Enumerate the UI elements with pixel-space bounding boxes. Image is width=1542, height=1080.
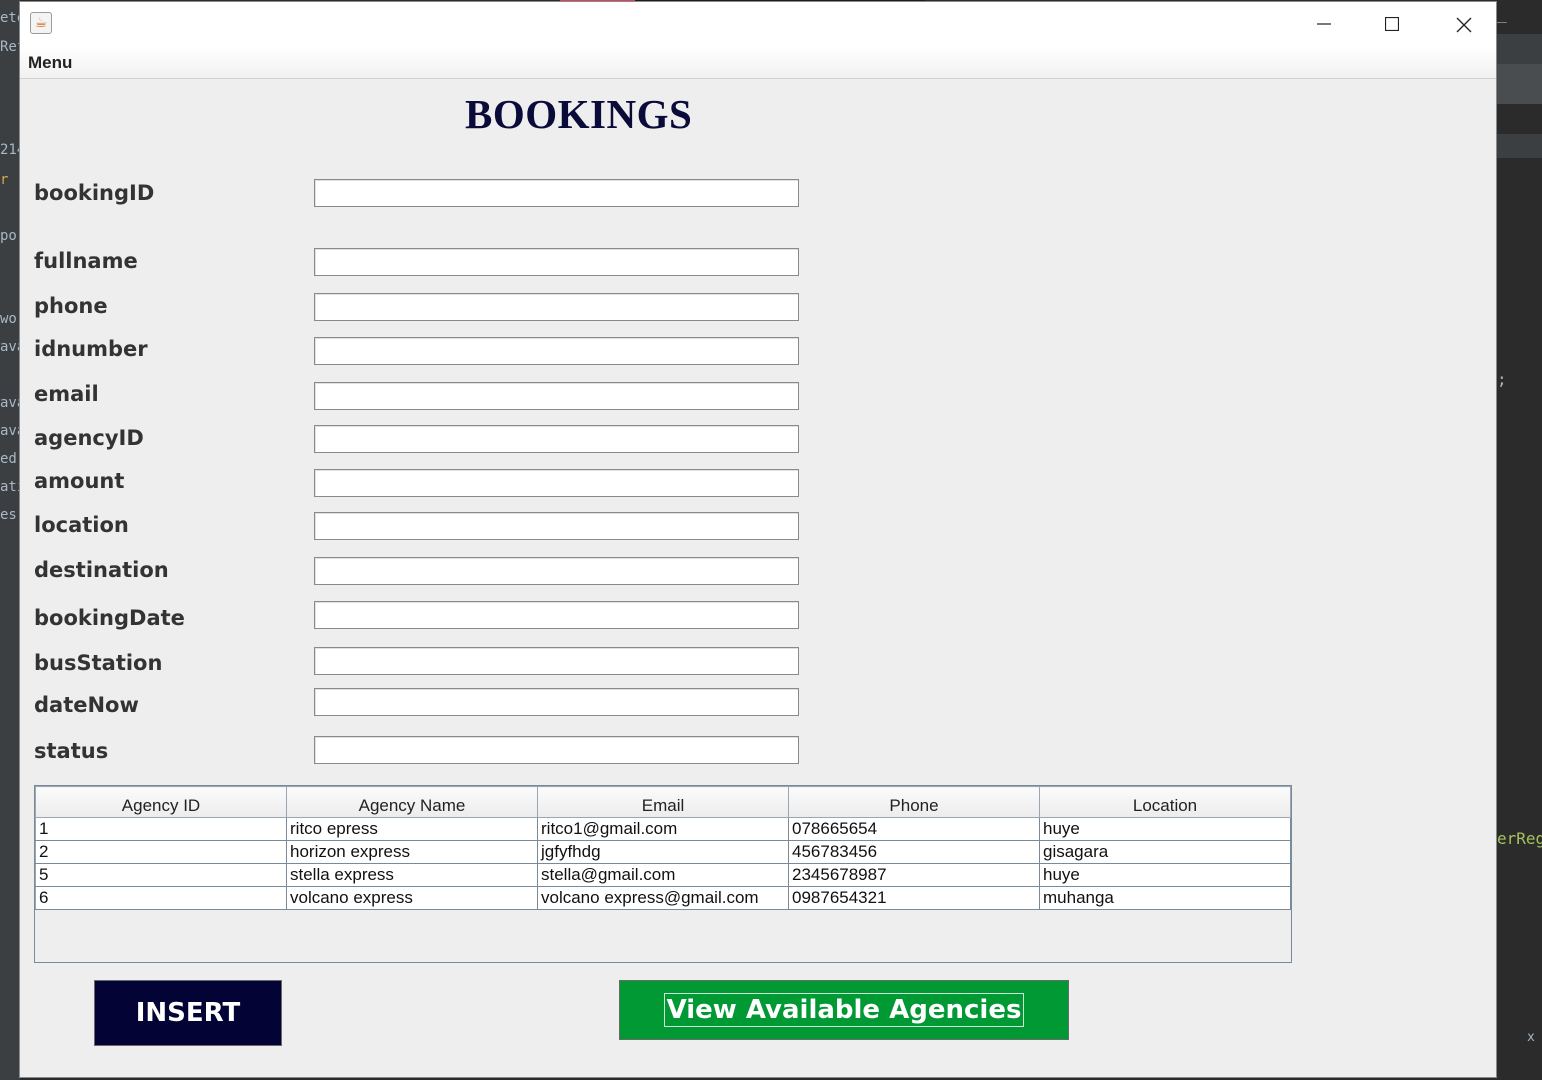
background-text-fragment: r [j: [0, 172, 20, 188]
phone-input[interactable]: [314, 293, 799, 321]
column-header-location[interactable]: Location: [1039, 786, 1291, 818]
label-amount: amount: [34, 469, 125, 493]
busstation-input[interactable]: [314, 647, 799, 675]
table-cell[interactable]: huye: [1039, 817, 1291, 841]
background-ide-right: _ ; erReg x: [1497, 0, 1542, 1080]
table-cell[interactable]: 2: [35, 840, 287, 864]
background-text-fragment: po: [0, 228, 17, 244]
label-fullname: fullname: [34, 249, 138, 273]
label-email: email: [34, 382, 99, 406]
destination-input[interactable]: [314, 557, 799, 585]
location-input[interactable]: [314, 512, 799, 540]
table-cell[interactable]: volcano express: [286, 886, 538, 910]
bookingid-input[interactable]: [314, 179, 799, 207]
minimize-button[interactable]: [1289, 2, 1359, 46]
label-location: location: [34, 513, 129, 537]
background-text-fragment: Ref: [0, 39, 20, 55]
close-button[interactable]: [1428, 2, 1498, 46]
table-cell[interactable]: 6: [35, 886, 287, 910]
background-text-fragment: atio: [0, 479, 20, 495]
agencies-table[interactable]: Agency ID Agency Name Email Phone Locati…: [34, 785, 1292, 963]
java-app-icon: ☕: [30, 12, 52, 34]
table-cell[interactable]: 5: [35, 863, 287, 887]
background-ide-left: ete Ref 214 r [j po wo ava ava ava edr a…: [0, 0, 20, 1080]
background-text-fragment: es: [0, 507, 17, 523]
background-text-fragment: ava: [0, 339, 20, 355]
label-datenow: dateNow: [34, 693, 139, 717]
background-band: [1497, 64, 1542, 104]
table-row[interactable]: 1 ritco epress ritco1@gmail.com 07866565…: [35, 817, 1291, 841]
background-band: [1497, 34, 1542, 64]
label-busstation: busStation: [34, 651, 163, 675]
label-agencyid: agencyID: [34, 426, 144, 450]
background-text-fragment: 214: [0, 142, 20, 158]
table-cell[interactable]: 456783456: [788, 840, 1040, 864]
table-cell[interactable]: 2345678987: [788, 863, 1040, 887]
background-text-fragment: ete: [0, 10, 20, 26]
maximize-icon: [1385, 17, 1399, 31]
fullname-input[interactable]: [314, 248, 799, 276]
background-text-fragment: wo: [0, 311, 17, 327]
menu-item-menu[interactable]: Menu: [28, 53, 72, 73]
label-bookingdate: bookingDate: [34, 606, 185, 630]
table-cell[interactable]: horizon express: [286, 840, 538, 864]
status-input[interactable]: [314, 736, 799, 764]
minimize-icon: [1317, 23, 1331, 25]
background-text-fragment: edr: [0, 451, 20, 467]
agencyid-input[interactable]: [314, 425, 799, 453]
bookingdate-input[interactable]: [314, 601, 799, 629]
menu-bar: Menu: [20, 46, 1496, 79]
label-destination: destination: [34, 558, 169, 582]
agencies-table-grid: Agency ID Agency Name Email Phone Locati…: [35, 786, 1291, 910]
datenow-input[interactable]: [314, 688, 799, 716]
table-cell[interactable]: stella@gmail.com: [537, 863, 789, 887]
bookings-window: ☕ Menu BOOKINGS bookingID fullname phone…: [19, 1, 1497, 1078]
table-cell[interactable]: volcano express@gmail.com: [537, 886, 789, 910]
table-cell[interactable]: jgfyfhdg: [537, 840, 789, 864]
background-text-fragment: _: [1497, 4, 1507, 23]
view-agencies-button[interactable]: View Available Agencies: [619, 980, 1069, 1040]
background-text-fragment: ;: [1497, 370, 1507, 389]
insert-button[interactable]: INSERT: [94, 980, 282, 1046]
label-idnumber: idnumber: [34, 337, 148, 361]
table-cell[interactable]: 078665654: [788, 817, 1040, 841]
page-title: BOOKINGS: [465, 91, 693, 137]
maximize-button[interactable]: [1357, 2, 1427, 46]
table-cell[interactable]: 0987654321: [788, 886, 1040, 910]
table-cell[interactable]: muhanga: [1039, 886, 1291, 910]
label-phone: phone: [34, 294, 108, 318]
table-cell[interactable]: ritco1@gmail.com: [537, 817, 789, 841]
label-status: status: [34, 739, 109, 763]
table-row[interactable]: 6 volcano express volcano express@gmail.…: [35, 886, 1291, 910]
column-header-email[interactable]: Email: [537, 786, 789, 818]
table-cell[interactable]: gisagara: [1039, 840, 1291, 864]
table-row[interactable]: 5 stella express stella@gmail.com 234567…: [35, 863, 1291, 887]
view-agencies-label: View Available Agencies: [663, 993, 1025, 1027]
email-input[interactable]: [314, 382, 799, 410]
background-text-fragment: ava: [0, 423, 20, 439]
close-icon: [1456, 17, 1472, 33]
label-bookingid: bookingID: [34, 181, 155, 205]
background-text-fragment: erReg: [1497, 829, 1542, 848]
table-cell[interactable]: 1: [35, 817, 287, 841]
column-header-agency-name[interactable]: Agency Name: [286, 786, 538, 818]
amount-input[interactable]: [314, 469, 799, 497]
table-cell[interactable]: huye: [1039, 863, 1291, 887]
table-cell[interactable]: ritco epress: [286, 817, 538, 841]
background-text-fragment: ava: [0, 395, 20, 411]
idnumber-input[interactable]: [314, 337, 799, 365]
background-band: [1497, 134, 1542, 158]
column-header-phone[interactable]: Phone: [788, 786, 1040, 818]
table-row[interactable]: 2 horizon express jgfyfhdg 456783456 gis…: [35, 840, 1291, 864]
table-header-row: Agency ID Agency Name Email Phone Locati…: [35, 786, 1291, 818]
title-bar[interactable]: ☕: [20, 2, 1496, 46]
table-cell[interactable]: stella express: [286, 863, 538, 887]
column-header-agency-id[interactable]: Agency ID: [35, 786, 287, 818]
background-text-fragment: x: [1527, 1030, 1535, 1045]
